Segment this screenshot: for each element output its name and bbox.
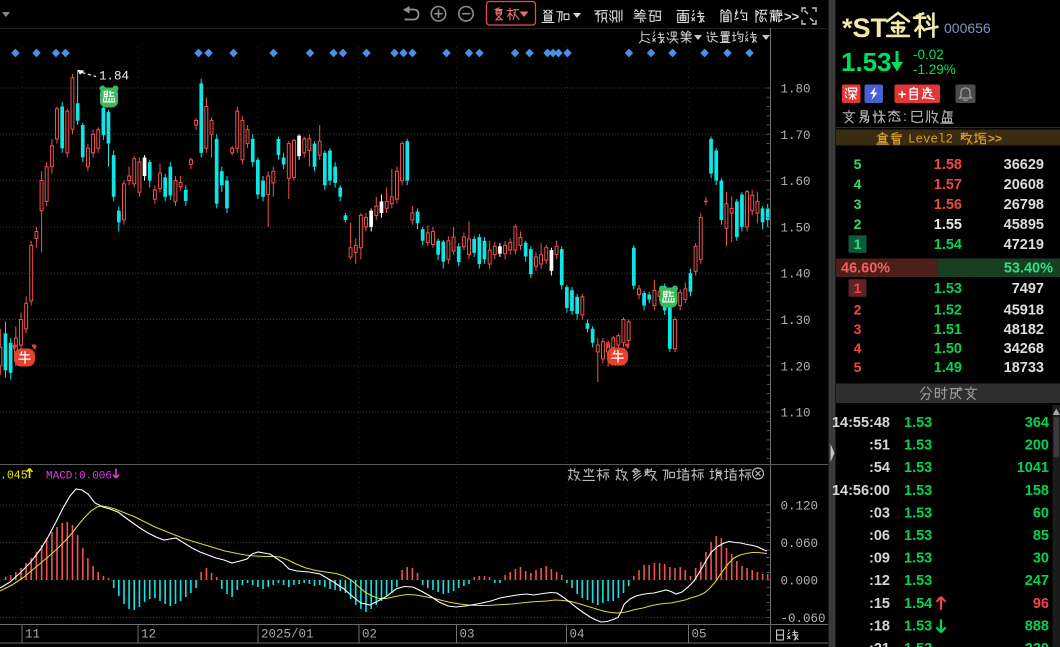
svg-text:1.53: 1.53 [934,281,962,297]
svg-text:1.53: 1.53 [904,551,932,567]
svg-text:>>: >> [784,9,800,24]
svg-text:0.120: 0.120 [781,500,819,514]
svg-text:1.58: 1.58 [934,157,962,173]
svg-text:1: 1 [854,280,862,296]
svg-text:46.60%: 46.60% [841,261,890,277]
svg-text:30: 30 [1033,551,1049,567]
svg-text:1.50: 1.50 [934,341,962,357]
svg-text:220: 220 [1025,641,1049,647]
svg-text:05: 05 [692,628,707,642]
svg-text::03: :03 [869,505,890,521]
svg-text:1.84: 1.84 [99,70,129,84]
svg-text::09: :09 [869,551,890,567]
svg-text:247: 247 [1025,573,1049,589]
svg-text:-1.29%: -1.29% [913,62,956,77]
svg-text:1.80: 1.80 [781,83,811,97]
svg-text:3: 3 [854,196,862,212]
svg-text:1.49: 1.49 [934,360,962,376]
svg-text:MACD:0.006: MACD:0.006 [46,471,112,483]
svg-text:1.10: 1.10 [781,407,811,421]
svg-text::15: :15 [869,596,890,612]
svg-text::51: :51 [869,438,890,454]
svg-text:+: + [898,86,906,102]
svg-text:1.53: 1.53 [904,505,932,521]
svg-text:000656: 000656 [944,20,991,36]
svg-text:888: 888 [1025,618,1049,634]
svg-text:1.53: 1.53 [904,460,932,476]
svg-text:*ST: *ST [842,13,888,43]
svg-text:1.50: 1.50 [781,221,811,235]
svg-text:1.54: 1.54 [934,237,962,253]
svg-text:47219: 47219 [1004,237,1044,253]
svg-text:1.20: 1.20 [781,360,811,374]
svg-text:Level2: Level2 [908,133,953,147]
svg-text::12: :12 [869,573,890,589]
svg-text:20608: 20608 [1004,177,1044,193]
svg-text:1041: 1041 [1017,460,1049,476]
svg-text:5: 5 [854,156,862,172]
svg-text:-0.02: -0.02 [913,47,944,62]
svg-text:48182: 48182 [1004,322,1044,338]
svg-text:4: 4 [854,176,862,192]
svg-text:364: 364 [1025,415,1049,431]
svg-text:1.30: 1.30 [781,314,811,328]
svg-text:14:56:00: 14:56:00 [832,483,890,499]
svg-text:1.53: 1.53 [904,573,932,589]
svg-text:200: 200 [1025,438,1049,454]
svg-text:1.53: 1.53 [904,438,932,454]
svg-text:1.51: 1.51 [934,322,962,338]
svg-text:2: 2 [854,216,862,232]
svg-text:1.53: 1.53 [841,47,892,77]
svg-text:1.60: 1.60 [781,175,811,189]
svg-text:5: 5 [854,359,862,375]
svg-text:1.53: 1.53 [904,528,932,544]
svg-text:2025/01: 2025/01 [261,628,314,642]
svg-text::21: :21 [869,641,890,647]
svg-text:34268: 34268 [1004,341,1044,357]
svg-text:03: 03 [460,628,475,642]
svg-text:158: 158 [1025,483,1049,499]
svg-text:>>: >> [988,132,1002,146]
svg-text::18: :18 [869,618,890,634]
svg-text:1.53: 1.53 [904,641,932,647]
svg-text:1.57: 1.57 [934,177,962,193]
svg-text:-0.060: -0.060 [781,612,826,626]
svg-text:1.53: 1.53 [904,483,932,499]
svg-text:1.54: 1.54 [904,596,932,612]
svg-text:4: 4 [854,340,862,356]
svg-text:0.060: 0.060 [781,537,819,551]
svg-text:04: 04 [570,628,585,642]
svg-text:1.55: 1.55 [934,217,962,233]
svg-text:53.40%: 53.40% [1004,261,1053,277]
svg-text:18733: 18733 [1004,360,1044,376]
svg-text:36629: 36629 [1004,157,1044,173]
svg-text:02: 02 [362,628,377,642]
svg-text:1.52: 1.52 [934,303,962,319]
svg-text:1.70: 1.70 [781,129,811,143]
svg-text:1.56: 1.56 [934,197,962,213]
svg-text:45895: 45895 [1004,217,1044,233]
svg-text::06: :06 [869,528,890,544]
svg-text:2: 2 [854,302,862,318]
svg-text:3: 3 [854,321,862,337]
svg-text:26798: 26798 [1004,197,1044,213]
svg-text:0.000: 0.000 [781,575,819,589]
svg-text:14:55:48: 14:55:48 [832,415,890,431]
svg-text:11: 11 [25,628,40,642]
svg-text:85: 85 [1033,528,1049,544]
svg-text:1.40: 1.40 [781,268,811,282]
svg-text::54: :54 [869,460,890,476]
svg-text:1.53: 1.53 [904,415,932,431]
svg-text:12: 12 [141,628,156,642]
svg-text:.045: .045 [0,470,28,483]
svg-text::: : [903,108,907,124]
svg-text:60: 60 [1033,505,1049,521]
svg-text:96: 96 [1033,596,1049,612]
svg-text:45918: 45918 [1004,303,1044,319]
svg-text:1.53: 1.53 [904,618,932,634]
svg-text:7497: 7497 [1012,281,1044,297]
svg-text:1: 1 [854,236,862,252]
